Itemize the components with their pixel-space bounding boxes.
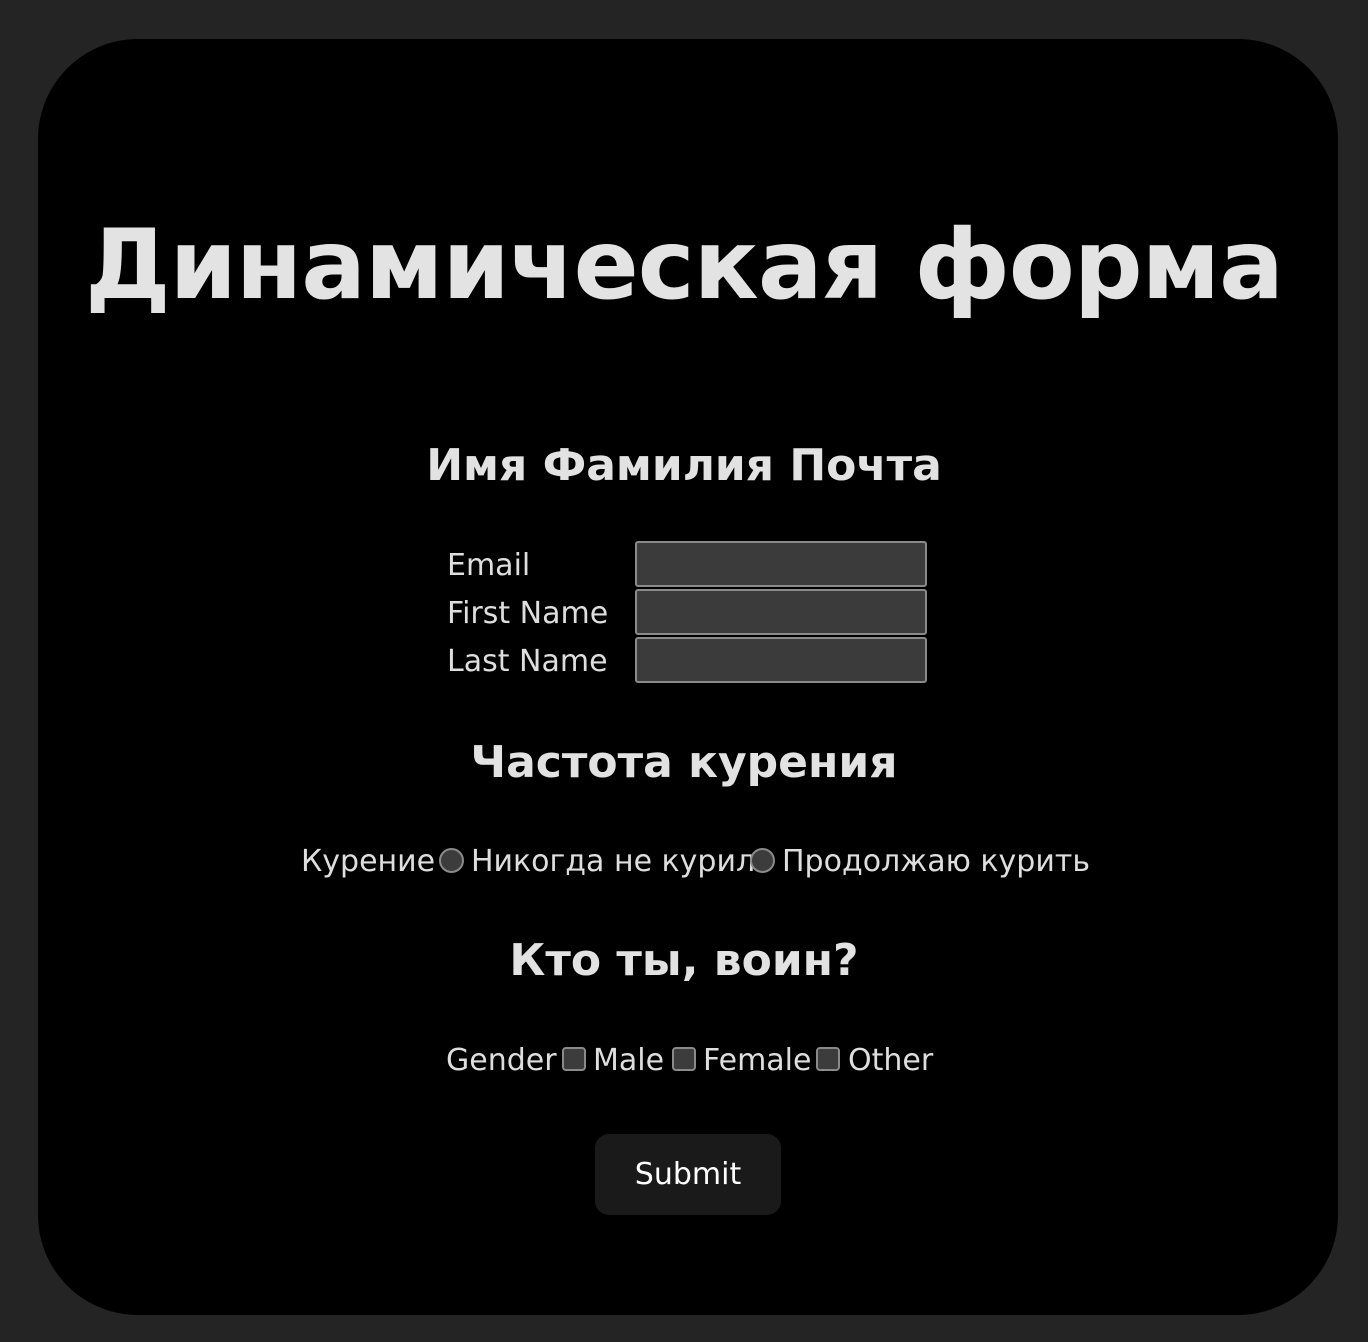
gender-option-male-label: Male (593, 1043, 665, 1078)
gender-option-other-label: Other (848, 1043, 934, 1078)
smoking-radio-continue[interactable] (750, 848, 775, 873)
gender-label: Gender (446, 1043, 557, 1078)
smoking-option-continue-label: Продолжаю курить (782, 844, 1090, 879)
section-title-smoking: Частота курения (470, 737, 898, 788)
section-title-personal: Имя Фамилия Почта (426, 440, 942, 491)
email-label: Email (447, 548, 531, 583)
gender-option-female-label: Female (703, 1043, 812, 1078)
smoking-radio-never[interactable] (439, 848, 464, 873)
smoking-option-never-label: Никогда не курил (471, 844, 756, 879)
smoking-label: Курение (301, 844, 436, 879)
first-name-label: First Name (447, 596, 609, 631)
first-name-field[interactable] (635, 589, 927, 635)
gender-checkbox-other[interactable] (816, 1047, 840, 1071)
page-title: Динамическая форма (85, 209, 1284, 321)
gender-checkbox-female[interactable] (672, 1047, 696, 1071)
last-name-label: Last Name (447, 644, 608, 679)
email-field[interactable] (635, 541, 927, 587)
gender-checkbox-male[interactable] (562, 1047, 586, 1071)
last-name-field[interactable] (635, 637, 927, 683)
section-title-gender: Кто ты, воин? (509, 935, 859, 986)
submit-button[interactable]: Submit (595, 1134, 781, 1215)
